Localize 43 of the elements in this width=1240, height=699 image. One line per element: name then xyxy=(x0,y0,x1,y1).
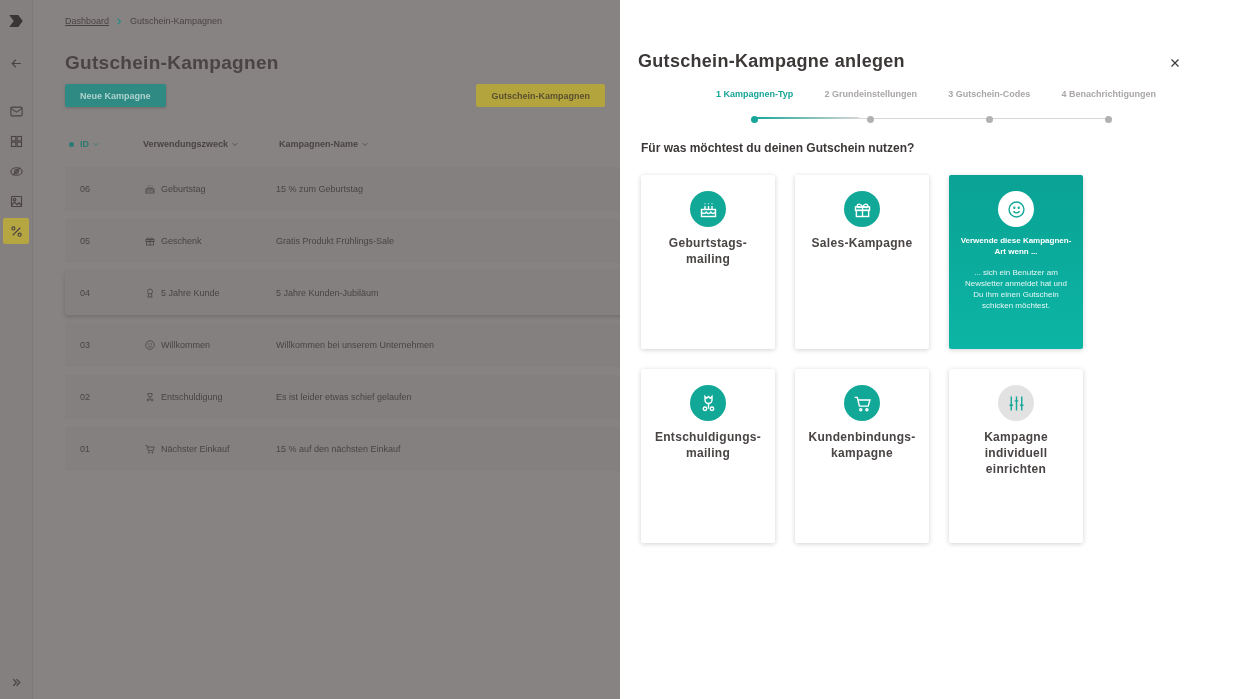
smiley-icon xyxy=(144,339,156,351)
hint-text: ... sich ein Benutzer am Newsletter anmeldet hat und Du ihm einen Gutschein schicken möchtest. xyxy=(964,267,1068,311)
hint-title: Verwende diese Kampagnen-Art wenn ... xyxy=(959,235,1073,257)
campaign-type-card[interactable]: Entschuldigungs- mailing xyxy=(641,369,775,543)
mail-icon xyxy=(8,103,24,119)
percent-icon xyxy=(8,223,24,239)
step-tab[interactable]: 1 Kampagnen-Typ xyxy=(716,89,794,123)
campaign-type-card[interactable]: Verwende diese Kampagnen-Art wenn ... ... sich ein Benutzer am Newsletter anmeldet hat und Du ihm einen Gutschein schicken möchtest. xyxy=(949,175,1083,349)
card-title: Geburtstags- mailing xyxy=(668,235,748,267)
card-title: Entschuldigungs- mailing xyxy=(654,429,762,461)
campaign-type-card[interactable]: Kampagne individuell einrichten xyxy=(949,369,1083,543)
caret-icon xyxy=(231,140,240,148)
smiley-icon xyxy=(1005,198,1027,220)
drawer-title: Gutschein-Kampagne anlegen xyxy=(638,51,905,72)
breadcrumb-link[interactable]: Dashboard xyxy=(65,16,110,26)
grid-icon xyxy=(8,133,24,149)
image-icon xyxy=(8,193,24,209)
gift-icon xyxy=(144,235,156,247)
column-header[interactable]: Kampagnen-Name xyxy=(275,139,620,149)
step-tab[interactable]: 2 Grundeinstellungen xyxy=(824,89,918,123)
campaign-type-card[interactable]: Kundenbindungs- kampagne xyxy=(795,369,929,543)
caret-icon xyxy=(92,140,100,148)
id-cell-text: 01 xyxy=(80,444,91,454)
cart-icon xyxy=(144,443,156,455)
campaign-type-card[interactable]: Sales-Kampagne xyxy=(795,175,929,349)
card-title: Kampagne individuell einrichten xyxy=(983,429,1049,477)
purpose-cell: Willkommen xyxy=(161,340,210,350)
step-tab[interactable]: 4 Benachrichtigungen xyxy=(1061,89,1156,123)
column-header[interactable]: ID xyxy=(65,139,139,149)
card-title: Kundenbindungs- kampagne xyxy=(808,429,916,461)
new-campaign-button[interactable]: Neue Kampagne xyxy=(65,84,166,107)
column-header[interactable]: Verwendungszweck xyxy=(139,139,275,149)
question-heading: Für was möchtest du deinen Gutschein nutzen? xyxy=(641,141,916,155)
card-title: Sales-Kampagne xyxy=(811,235,913,251)
step-tab[interactable]: 3 Gutschein-Codes xyxy=(948,89,1031,123)
campaign-type-card[interactable]: Geburtstags- mailing xyxy=(641,175,775,349)
caret-icon xyxy=(361,140,370,148)
nav-item-active[interactable] xyxy=(3,218,29,244)
award-icon xyxy=(144,287,156,299)
logo-icon xyxy=(7,12,25,30)
flower-icon xyxy=(144,391,156,403)
campaigns-button[interactable]: Gutschein-Kampagnen xyxy=(476,84,605,107)
page-title: Gutschein-Kampagnen xyxy=(65,51,280,75)
